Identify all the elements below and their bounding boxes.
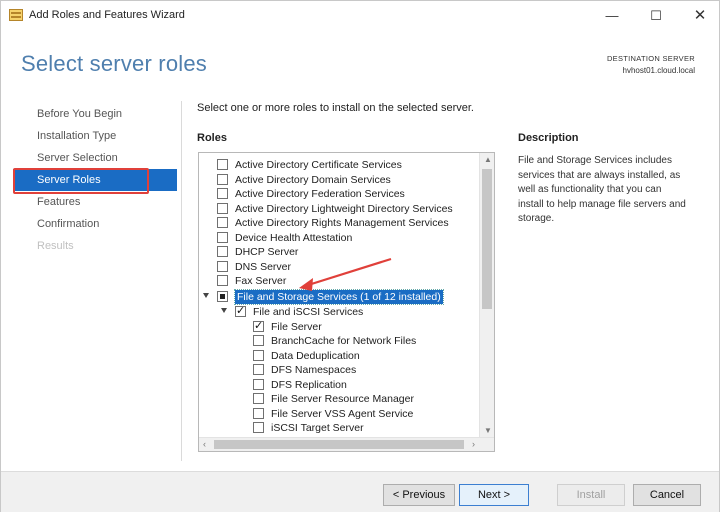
collapse-triangle-icon[interactable]: [203, 293, 209, 298]
description-heading: Description: [518, 132, 579, 144]
checkbox[interactable]: [217, 159, 228, 170]
description-text: File and Storage Services includes servi…: [518, 155, 686, 224]
checkbox[interactable]: [217, 260, 228, 272]
scroll-right-icon[interactable]: ›: [472, 439, 475, 449]
role-label: DFS Replication: [271, 378, 347, 391]
collapse-triangle-icon[interactable]: [221, 308, 227, 313]
checkbox[interactable]: [253, 349, 264, 361]
role-label: Active Directory Lightweight Directory S…: [235, 202, 453, 215]
server-manager-icon: [9, 9, 23, 21]
annotation-highlight-box: [13, 168, 149, 194]
role-label: Active Directory Domain Services: [235, 173, 391, 186]
roles-heading: Roles: [197, 132, 227, 144]
horizontal-scrollbar[interactable]: ‹ ›: [199, 437, 494, 451]
scroll-left-icon[interactable]: ‹: [203, 439, 206, 449]
checkbox[interactable]: [253, 364, 264, 375]
role-label: File and iSCSI Services: [253, 306, 364, 318]
role-label: DFS Namespaces: [271, 364, 357, 376]
checkbox[interactable]: [253, 422, 264, 433]
role-label: Active Directory Rights Management Servi…: [235, 217, 449, 229]
destination-server-value: hvhost01.cloud.local: [622, 66, 696, 75]
role-label: File and Storage Services (1 of 12 insta…: [234, 289, 444, 305]
role-label: File Server: [271, 320, 322, 333]
nav-item-results: Results: [37, 240, 74, 252]
role-label: BranchCache for Network Files: [271, 335, 417, 347]
checkbox[interactable]: [217, 291, 228, 302]
role-label: DNS Server: [235, 260, 292, 273]
nav-item-confirmation[interactable]: Confirmation: [37, 218, 99, 230]
close-button[interactable]: ✕: [685, 5, 715, 27]
nav-divider: [181, 101, 182, 461]
checkbox[interactable]: [217, 231, 228, 243]
roles-list[interactable]: Active Directory Certificate Services Ac…: [198, 152, 495, 452]
checkbox[interactable]: [253, 378, 264, 390]
nav-item-installation-type[interactable]: Installation Type: [37, 130, 116, 142]
checkbox[interactable]: [253, 319, 264, 333]
role-label: File Server VSS Agent Service: [271, 407, 414, 420]
maximize-button[interactable]: ☐: [641, 5, 671, 27]
checkbox[interactable]: [217, 275, 228, 286]
nav-item-features[interactable]: Features: [37, 196, 80, 208]
footer-bar: < Previous Next > Install Cancel: [1, 471, 719, 512]
install-button: Install: [557, 484, 625, 506]
scroll-up-icon[interactable]: ▲: [484, 155, 492, 164]
destination-server-label: DESTINATION SERVER: [606, 54, 695, 63]
title-bar: Add Roles and Features Wizard — ☐ ✕: [1, 1, 719, 31]
vertical-scrollbar[interactable]: ▲ ▼: [479, 153, 494, 437]
checkbox[interactable]: [253, 407, 264, 419]
role-label: iSCSI Target Server: [271, 422, 364, 434]
role-label: File Server Resource Manager: [271, 393, 414, 405]
vertical-scroll-thumb[interactable]: [482, 169, 492, 309]
role-label: Data Deduplication: [271, 349, 360, 362]
checkbox[interactable]: [217, 217, 228, 228]
checkbox[interactable]: [217, 202, 228, 214]
scroll-down-icon[interactable]: ▼: [484, 426, 492, 435]
checkbox[interactable]: [217, 173, 228, 185]
page-title: Select server roles: [21, 51, 207, 76]
role-label: Active Directory Federation Services: [235, 188, 405, 200]
minimize-button[interactable]: —: [597, 5, 627, 27]
role-label: Device Health Attestation: [235, 231, 353, 244]
role-label: DHCP Server: [235, 246, 299, 258]
instructions-text: Select one or more roles to install on t…: [197, 102, 474, 114]
role-label: Active Directory Certificate Services: [235, 159, 402, 171]
next-button[interactable]: Next >: [459, 484, 529, 506]
previous-button[interactable]: < Previous: [383, 484, 455, 506]
nav-item-before-you-begin[interactable]: Before You Begin: [37, 108, 122, 120]
checkbox[interactable]: [217, 188, 228, 199]
wizard-window: Add Roles and Features Wizard — ☐ ✕ Sele…: [0, 0, 720, 512]
role-label: Fax Server: [235, 275, 287, 287]
checkbox[interactable]: [217, 246, 228, 257]
checkbox[interactable]: [253, 393, 264, 404]
checkbox[interactable]: [253, 335, 264, 346]
nav-item-server-selection[interactable]: Server Selection: [37, 152, 118, 164]
checkbox[interactable]: [235, 304, 246, 318]
horizontal-scroll-thumb[interactable]: [214, 440, 464, 449]
window-title: Add Roles and Features Wizard: [29, 9, 185, 21]
cancel-button[interactable]: Cancel: [633, 484, 701, 506]
